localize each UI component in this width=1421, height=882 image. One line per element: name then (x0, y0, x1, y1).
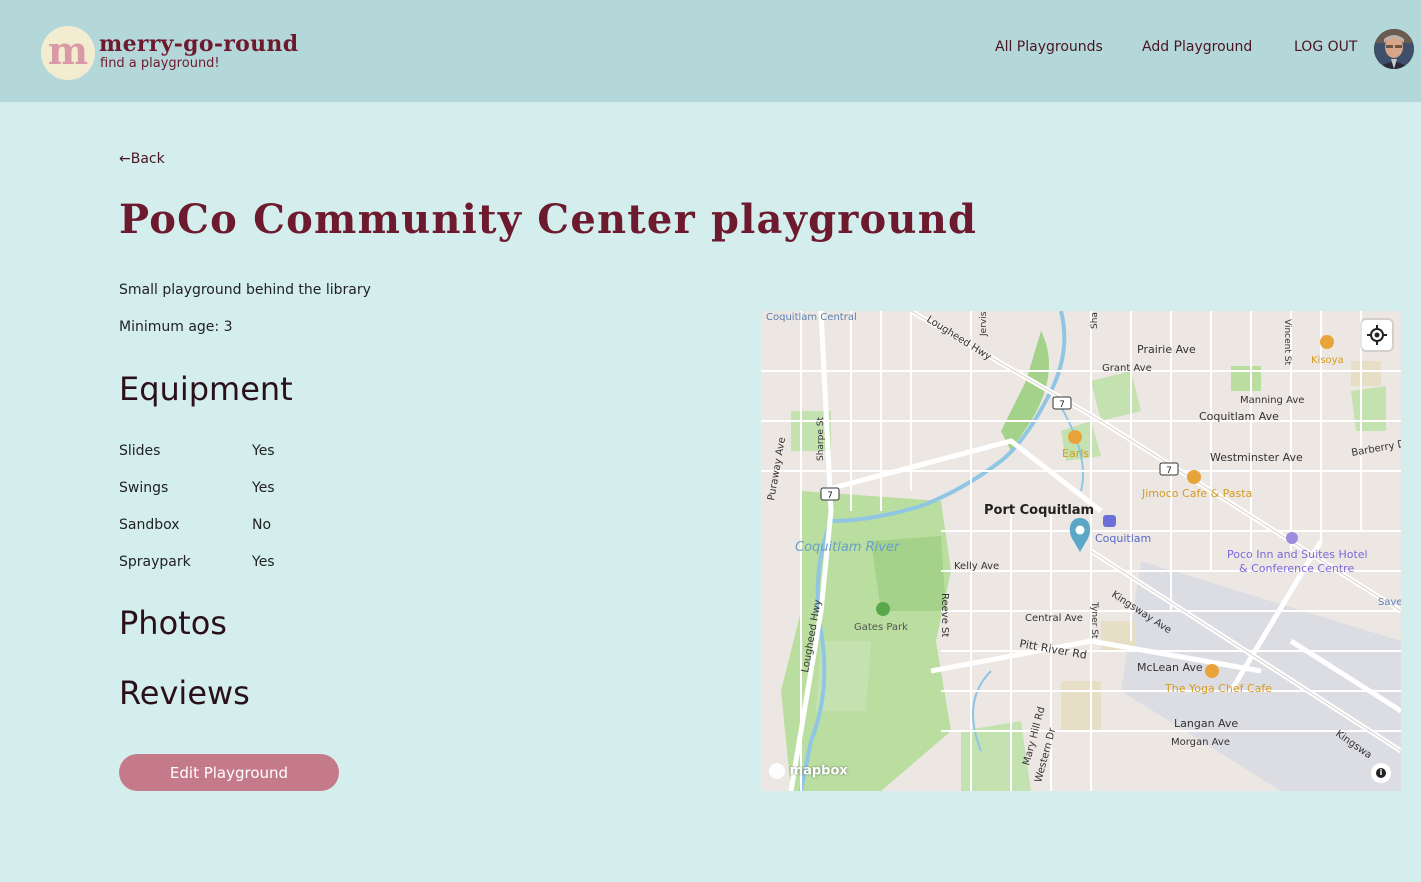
equipment-heading: Equipment (119, 370, 293, 408)
route-label: 7 (827, 491, 833, 501)
map-label: The Yoga Chef Cafe (1164, 682, 1272, 695)
equipment-value: Yes (252, 480, 275, 496)
avatar-photo-icon (1374, 29, 1414, 69)
restaurant-icon[interactable] (1205, 664, 1219, 678)
page-title: PoCo Community Center playground (119, 196, 978, 243)
mapbox-logo[interactable]: mapbox (769, 763, 848, 783)
restaurant-icon[interactable] (1187, 470, 1201, 484)
info-icon: i (1376, 768, 1386, 778)
top-header: m merry-go-round find a playground! All … (0, 0, 1421, 102)
route-label: 7 (1059, 400, 1065, 410)
map-label: Tyner St (1089, 601, 1099, 639)
hotel-icon[interactable] (1286, 532, 1298, 544)
playground-description: Small playground behind the library (119, 282, 371, 298)
equipment-name: Spraypark (119, 554, 191, 570)
map-label: Coquitlam Central (766, 312, 857, 323)
photos-heading: Photos (119, 604, 227, 642)
map-label: Central Ave (1025, 613, 1083, 624)
map-label: Morgan Ave (1171, 737, 1230, 748)
map-label: Langan Ave (1174, 717, 1238, 730)
geolocate-button[interactable] (1362, 320, 1392, 350)
train-station-icon[interactable] (1103, 515, 1116, 527)
map-canvas[interactable]: 7 7 7 Coquitlam Central Lougheed Hwy Jer… (761, 311, 1401, 791)
map-label: Poco Inn and Suites Hotel (1227, 548, 1368, 561)
park-icon[interactable] (876, 602, 890, 616)
edit-playground-button[interactable]: Edit Playground (119, 754, 339, 791)
equipment-row: Slides Yes (119, 443, 419, 463)
map-label: Coquitlam (1095, 532, 1151, 545)
map-label: Grant Ave (1102, 363, 1152, 374)
map-label: Sharpe St (816, 417, 826, 461)
attribution-info-button[interactable]: i (1371, 763, 1391, 783)
equipment-name: Slides (119, 443, 161, 459)
map-label: Coquitlam River (795, 540, 901, 555)
map-label: Prairie Ave (1137, 343, 1196, 356)
map-label: Gates Park (854, 622, 908, 633)
map-label: McLean Ave (1137, 661, 1203, 674)
map-label: Sha (1090, 312, 1100, 329)
nav-all-playgrounds[interactable]: All Playgrounds (995, 39, 1103, 55)
map-label: Earls (1062, 447, 1089, 460)
equipment-row: Spraypark Yes (119, 554, 419, 574)
map-label: Coquitlam Ave (1199, 410, 1279, 423)
minimum-age: Minimum age: 3 (119, 319, 233, 335)
map-label: Reeve St (939, 593, 950, 637)
logo-letter: m (47, 28, 89, 73)
crosshair-icon (1367, 325, 1387, 345)
reviews-heading: Reviews (119, 674, 250, 712)
map-label: Westminster Ave (1210, 451, 1303, 464)
equipment-row: Swings Yes (119, 480, 419, 500)
playground-map[interactable]: 7 7 7 Coquitlam Central Lougheed Hwy Jer… (761, 311, 1401, 791)
logo-badge[interactable]: m (41, 26, 95, 80)
logo-title[interactable]: merry-go-round (99, 31, 298, 57)
map-label: Port Coquitlam (984, 503, 1094, 518)
mapbox-logo-icon (769, 763, 785, 779)
map-label: Kisoya (1311, 355, 1344, 366)
equipment-name: Sandbox (119, 517, 180, 533)
map-label: & Conference Centre (1239, 562, 1354, 575)
map-label: Manning Ave (1240, 395, 1304, 406)
equipment-value: Yes (252, 443, 275, 459)
map-label: Kelly Ave (954, 561, 999, 572)
equipment-row: Sandbox No (119, 517, 419, 537)
back-link[interactable]: ←Back (119, 151, 165, 167)
restaurant-icon[interactable] (1320, 335, 1334, 349)
map-label: Vincent St (1282, 319, 1292, 365)
equipment-value: No (252, 517, 272, 533)
nav-logout[interactable]: LOG OUT (1294, 39, 1357, 55)
avatar[interactable] (1374, 29, 1414, 69)
logo-subtitle: find a playground! (100, 56, 220, 71)
map-label: Jervis (979, 311, 989, 337)
equipment-value: Yes (252, 554, 275, 570)
nav-add-playground[interactable]: Add Playground (1142, 39, 1252, 55)
route-label: 7 (1166, 466, 1172, 476)
equipment-name: Swings (119, 480, 169, 496)
restaurant-icon[interactable] (1068, 430, 1082, 444)
map-label: Save (1378, 597, 1401, 608)
map-label: Jimoco Cafe & Pasta (1141, 487, 1252, 500)
mapbox-logo-text: mapbox (789, 763, 848, 779)
